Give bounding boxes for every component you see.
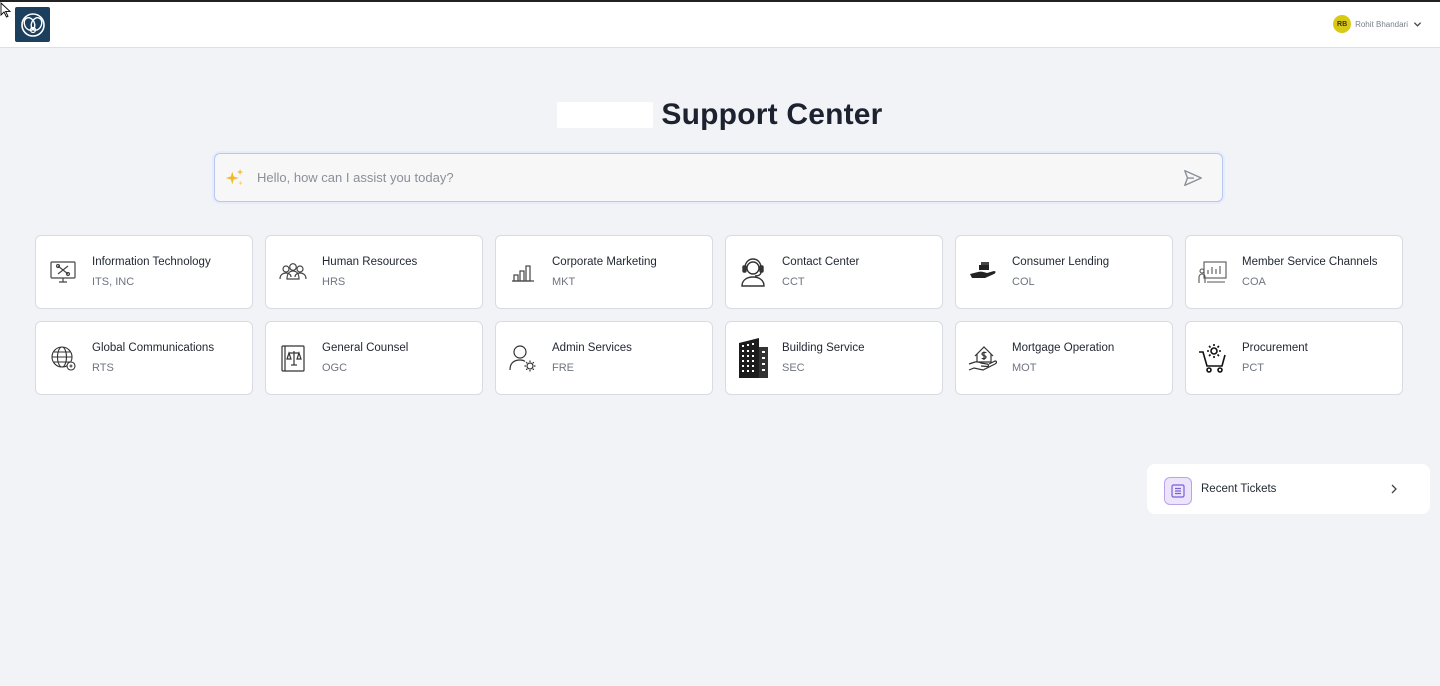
department-card-mortgage-operation[interactable]: Mortgage Operation MOT	[955, 321, 1173, 395]
department-code: RTS	[92, 362, 114, 374]
department-code: MKT	[552, 276, 576, 288]
department-name: Member Service Channels	[1242, 256, 1378, 268]
sparkle-icon	[225, 168, 244, 186]
department-card-consumer-lending[interactable]: Consumer Lending COL	[955, 235, 1173, 309]
department-card-contact-center[interactable]: Contact Center CCT	[725, 235, 943, 309]
department-card-member-service-channels[interactable]: Member Service Channels COA	[1185, 235, 1403, 309]
top-header: RB Rohit Bhandari	[0, 2, 1440, 48]
legal-scales-icon	[277, 340, 309, 376]
user-name: Rohit Bhandari	[1355, 19, 1408, 29]
department-code: OGC	[322, 362, 348, 374]
chevron-right-icon[interactable]	[1388, 483, 1400, 495]
hand-money-icon	[967, 254, 999, 290]
user-gear-icon	[507, 340, 539, 376]
department-code: FRE	[552, 362, 574, 374]
department-code: SEC	[782, 362, 805, 374]
bar-chart-icon	[507, 254, 539, 290]
department-card-building-service[interactable]: Building Service SEC	[725, 321, 943, 395]
department-name: Information Technology	[92, 256, 211, 268]
send-icon[interactable]	[1182, 167, 1204, 189]
headset-agent-icon	[737, 254, 769, 290]
department-name: General Counsel	[322, 342, 409, 354]
department-card-global-communications[interactable]: Global Communications RTS	[35, 321, 253, 395]
department-code: COL	[1012, 276, 1035, 288]
department-name: Contact Center	[782, 256, 860, 268]
recent-tickets-label: Recent Tickets	[1201, 483, 1277, 495]
globe-icon	[47, 340, 79, 376]
house-dollar-icon	[967, 340, 999, 376]
department-name: Procurement	[1242, 342, 1308, 354]
department-name: Consumer Lending	[1012, 256, 1110, 268]
page-heading: Support Center	[0, 98, 1440, 132]
department-code: MOT	[1012, 362, 1037, 374]
department-card-admin-services[interactable]: Admin Services FRE	[495, 321, 713, 395]
recent-tickets-panel[interactable]: Recent Tickets	[1147, 464, 1430, 514]
department-code: HRS	[322, 276, 346, 288]
department-name: Admin Services	[552, 342, 632, 354]
department-card-general-counsel[interactable]: General Counsel OGC	[265, 321, 483, 395]
department-grid: Information Technology ITS, INC Human Re…	[35, 235, 1403, 395]
department-code: ITS, INC	[92, 276, 135, 288]
avatar: RB	[1333, 15, 1352, 33]
page-title: Support Center	[661, 98, 883, 131]
assistant-search-bar	[214, 153, 1223, 202]
ticket-list-icon	[1164, 477, 1192, 505]
department-card-human-resources[interactable]: Human Resources HRS	[265, 235, 483, 309]
mouse-cursor-icon	[0, 2, 12, 18]
department-card-corporate-marketing[interactable]: Corporate Marketing MKT	[495, 235, 713, 309]
logo-emblem-icon	[20, 12, 45, 37]
people-group-icon	[277, 254, 309, 290]
department-name: Corporate Marketing	[552, 256, 657, 268]
department-name: Building Service	[782, 342, 865, 354]
monitor-tools-icon	[47, 254, 79, 290]
department-code: PCT	[1242, 362, 1264, 374]
title-logo-placeholder	[557, 102, 654, 128]
chevron-down-icon[interactable]	[1412, 19, 1422, 29]
assistant-search-input[interactable]	[257, 154, 1157, 200]
department-name: Global Communications	[92, 342, 215, 354]
cart-gear-icon	[1197, 340, 1229, 376]
office-building-icon	[737, 338, 769, 378]
user-menu[interactable]: RB Rohit Bhandari	[1333, 15, 1422, 33]
department-card-information-technology[interactable]: Information Technology ITS, INC	[35, 235, 253, 309]
department-name: Human Resources	[322, 256, 418, 268]
department-card-procurement[interactable]: Procurement PCT	[1185, 321, 1403, 395]
department-code: CCT	[782, 276, 805, 288]
department-code: COA	[1242, 276, 1266, 288]
presentation-board-icon	[1197, 254, 1229, 290]
department-name: Mortgage Operation	[1012, 342, 1115, 354]
company-logo[interactable]	[15, 7, 50, 42]
